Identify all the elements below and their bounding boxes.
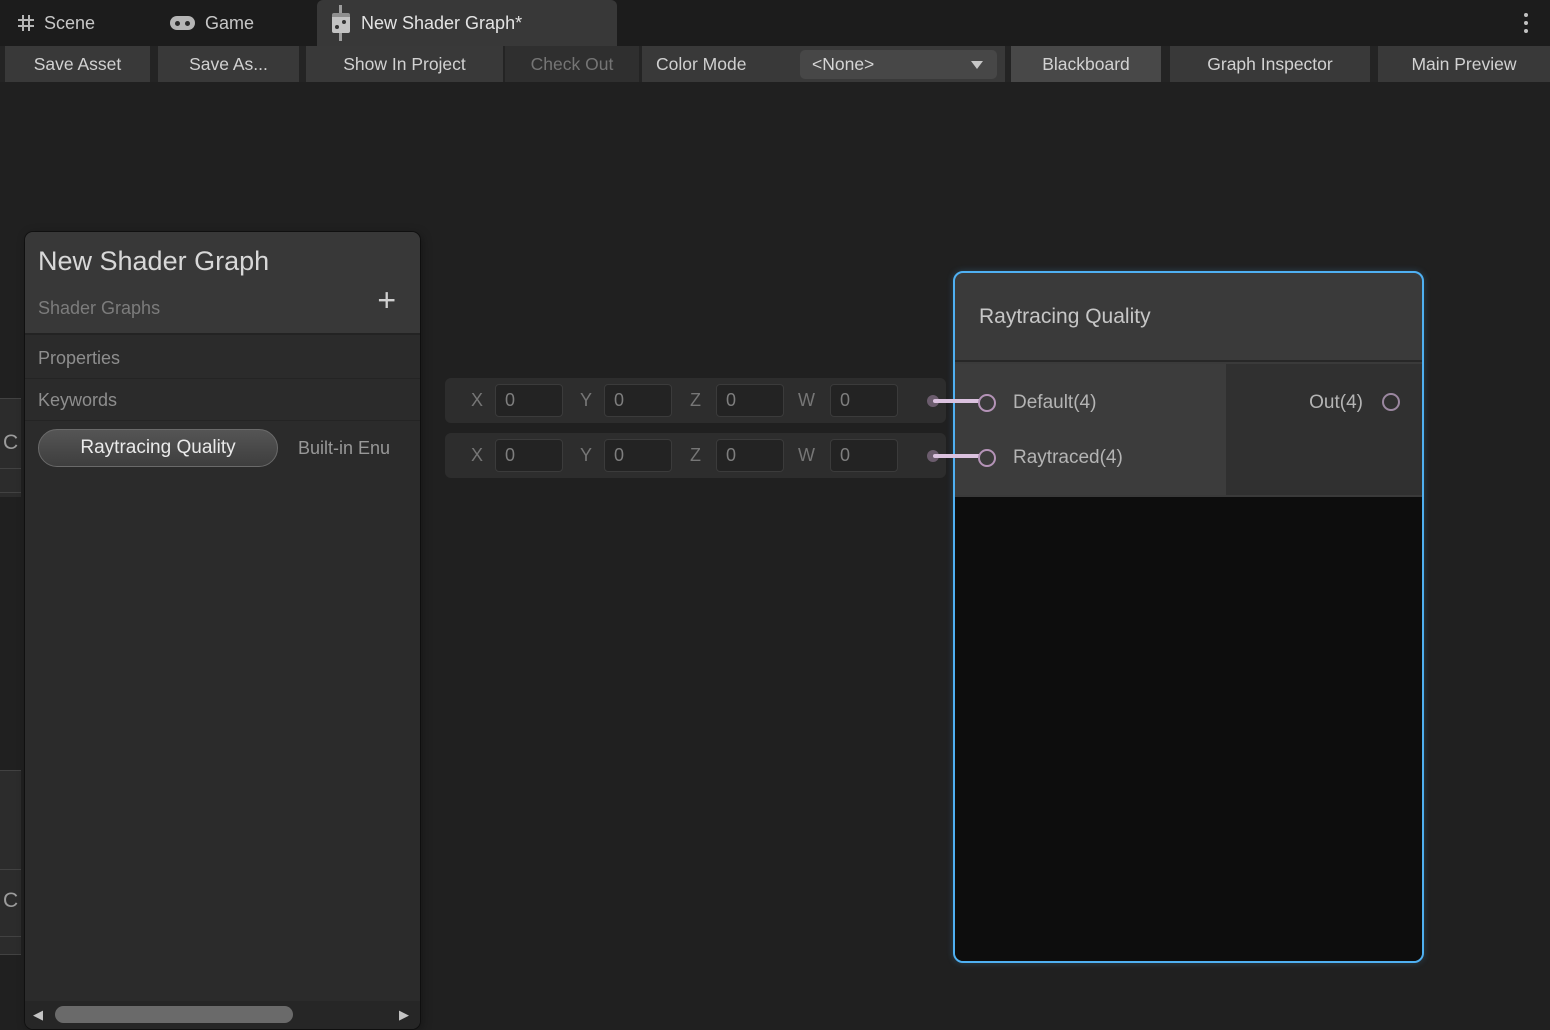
input-port-label-default: Default(4) (1013, 387, 1096, 419)
fragment-node-label: C (3, 431, 18, 455)
vector-field-input[interactable]: 0 (830, 384, 898, 417)
node-title: Raytracing Quality (955, 273, 1422, 362)
tab-new-shader-graph-label: New Shader Graph* (361, 13, 522, 34)
tab-bar: Scene Game New Shader Graph* (0, 0, 1550, 46)
node-raytracing-quality[interactable]: Raytracing Quality Default(4) Raytraced(… (953, 271, 1424, 963)
blackboard-toggle-button[interactable]: Blackboard (1011, 46, 1161, 82)
check-out-button: Check Out (505, 46, 639, 82)
vector-field-input[interactable]: 0 (716, 384, 784, 417)
node-input-column (955, 364, 1226, 495)
vector-field-input[interactable]: 0 (604, 384, 672, 417)
shader-graph-window: Scene Game New Shader Graph* Save Asset … (0, 0, 1550, 1030)
input-port-label-raytraced: Raytraced(4) (1013, 442, 1123, 474)
port-circle-raytraced[interactable] (978, 449, 996, 467)
fragment-node-label: C (3, 889, 18, 913)
section-keywords-label: Keywords (38, 379, 117, 421)
vector-field-input[interactable]: 0 (604, 439, 672, 472)
tab-scene[interactable]: Scene (8, 0, 105, 46)
node-output-column (1226, 364, 1422, 495)
port-circle-out[interactable] (1382, 393, 1400, 411)
dropdown-caret-icon (971, 61, 983, 69)
scroll-left-arrow-icon[interactable]: ◀ (33, 1001, 43, 1029)
vector-field-label: W (798, 433, 815, 478)
keyword-type-label: Built-in Enu (298, 429, 390, 467)
color-mode-label: Color Mode (656, 46, 746, 82)
show-in-project-button[interactable]: Show In Project (306, 46, 503, 82)
save-as-button[interactable]: Save As... (158, 46, 299, 82)
blackboard-header[interactable]: New Shader Graph Shader Graphs + (25, 232, 420, 335)
kebab-icon (1524, 13, 1528, 17)
vector-field-input[interactable]: 0 (830, 439, 898, 472)
vector-field-input[interactable]: 0 (495, 384, 563, 417)
tab-scene-label: Scene (44, 13, 95, 34)
color-mode-group: Color Mode <None> (642, 46, 1005, 82)
vector-field-input[interactable]: 0 (495, 439, 563, 472)
blackboard-subtitle: Shader Graphs (38, 298, 160, 319)
scroll-right-arrow-icon[interactable]: ▶ (399, 1001, 409, 1029)
horizontal-scrollbar[interactable]: ◀ ▶ (25, 1001, 420, 1029)
keyword-pill-raytracing-quality[interactable]: Raytracing Quality (38, 429, 278, 467)
vector-field-label: X (471, 433, 483, 478)
shader-graph-icon (331, 5, 351, 41)
node-preview (955, 497, 1422, 961)
vector-field-label: Z (690, 433, 701, 478)
kebab-menu-button[interactable] (1514, 8, 1538, 38)
main-preview-toggle-button[interactable]: Main Preview (1378, 46, 1550, 82)
graph-fragment-node: C (0, 770, 21, 954)
tab-game[interactable]: Game (160, 0, 264, 46)
tab-new-shader-graph[interactable]: New Shader Graph* (317, 0, 617, 46)
vector4-default-widget: X 0 Y 0 Z 0 W 0 (445, 378, 946, 423)
blackboard-panel: New Shader Graph Shader Graphs + Propert… (25, 232, 420, 1029)
vector-field-input[interactable]: 0 (716, 439, 784, 472)
vector-field-label: Y (580, 378, 592, 423)
add-property-button[interactable]: + (377, 282, 396, 318)
section-keywords[interactable]: Keywords (25, 379, 420, 421)
section-properties-label: Properties (38, 337, 120, 379)
vector-field-label: W (798, 378, 815, 423)
scene-grid-icon (18, 15, 34, 31)
vector-field-label: X (471, 378, 483, 423)
vector4-default-widget: X 0 Y 0 Z 0 W 0 (445, 433, 946, 478)
save-asset-button[interactable]: Save Asset (5, 46, 150, 82)
blackboard-title: New Shader Graph (38, 246, 269, 277)
graph-fragment-node: C (0, 398, 21, 497)
vector-field-label: Y (580, 433, 592, 478)
section-properties[interactable]: Properties (25, 337, 420, 379)
port-circle-default[interactable] (978, 394, 996, 412)
color-mode-dropdown[interactable]: <None> (800, 50, 997, 79)
graph-toolbar: Save Asset Save As... Show In Project Ch… (0, 46, 1550, 82)
tab-game-label: Game (205, 13, 254, 34)
scroll-thumb[interactable] (55, 1006, 293, 1023)
vector-field-label: Z (690, 378, 701, 423)
gamepad-icon (170, 16, 195, 30)
color-mode-value: <None> (812, 50, 874, 79)
graph-inspector-toggle-button[interactable]: Graph Inspector (1170, 46, 1370, 82)
